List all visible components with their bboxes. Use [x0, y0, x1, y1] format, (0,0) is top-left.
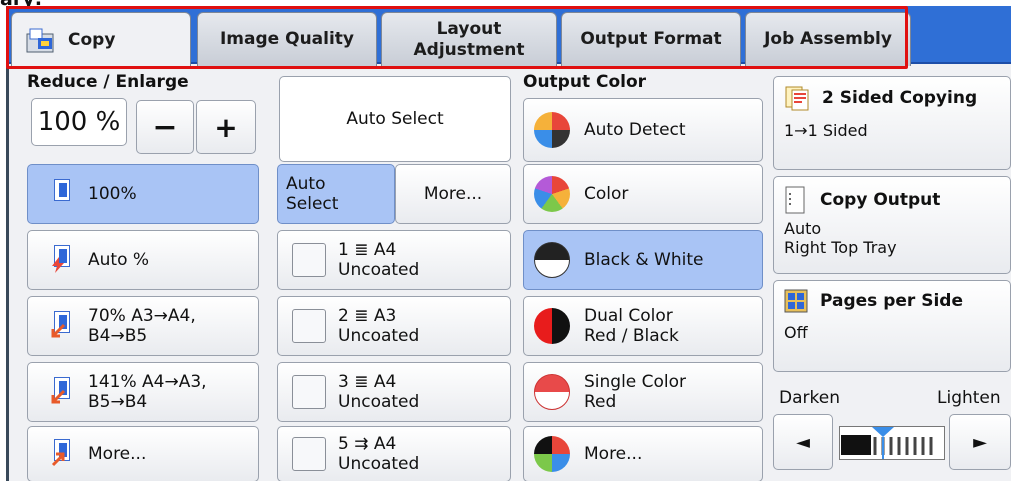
zoom-more-button[interactable]: More... [27, 426, 259, 481]
tray-label: 1 ≣ A4 Uncoated [338, 240, 420, 280]
zoom-option-label: Auto % [88, 250, 150, 270]
density-slider[interactable] [839, 426, 945, 460]
tray-1-button[interactable]: 1 ≣ A4 Uncoated [277, 230, 511, 290]
paper-auto-select-button[interactable]: Auto Select [277, 164, 395, 224]
zoom-plus-button[interactable]: + [196, 100, 256, 154]
two-sided-copying-button[interactable]: 2 Sided Copying 1→1 Sided [773, 76, 1011, 170]
tray-checkbox [292, 437, 326, 471]
tab-copy[interactable]: Copy [11, 12, 191, 68]
copy-output-value: Auto Right Top Tray [784, 219, 897, 257]
tray-checkbox [292, 309, 326, 343]
zoom-more-icon [50, 439, 72, 467]
paper-auto-select-text: Auto Select [346, 109, 444, 129]
copy-output-button[interactable]: Copy Output Auto Right Top Tray [773, 176, 1011, 274]
color-more-button[interactable]: More... [523, 426, 763, 481]
pages-per-side-button[interactable]: Pages per Side Off [773, 280, 1011, 372]
pages-per-side-icon [784, 289, 808, 313]
two-sided-title: 2 Sided Copying [822, 88, 978, 108]
tray-3-button[interactable]: 3 ≣ A4 Uncoated [277, 362, 511, 422]
color-full[interactable]: Color [523, 164, 763, 224]
color-option-label: Single Color Red [584, 372, 687, 412]
darken-button[interactable]: ◄ [773, 414, 833, 470]
two-sided-icon [785, 86, 809, 111]
tab-output-format[interactable]: Output Format [561, 12, 741, 66]
reduce-icon [50, 311, 72, 339]
copy-panel: Copy Image Quality Layout Adjustment Out… [6, 6, 1011, 481]
zoom-option-141[interactable]: 141% A4→A3, B5→B4 [27, 362, 259, 422]
color-black-white[interactable]: Black & White [523, 230, 763, 290]
zoom-option-auto[interactable]: Auto % [27, 230, 259, 290]
pages-per-side-title: Pages per Side [820, 291, 963, 311]
color-dual[interactable]: Dual Color Red / Black [523, 296, 763, 356]
minus-icon: − [152, 109, 178, 145]
dual-color-icon [534, 308, 570, 344]
output-color-title: Output Color [523, 72, 647, 92]
right-arrow-icon: ► [973, 431, 987, 453]
pages-per-side-value: Off [784, 323, 808, 342]
two-sided-title-row: 2 Sided Copying [784, 85, 977, 111]
tab-job-assembly[interactable]: Job Assembly [745, 12, 911, 66]
color-more-icon [534, 436, 570, 472]
tray-checkbox [292, 375, 326, 409]
density-scale-icon [841, 427, 933, 459]
tray-checkbox [292, 243, 326, 277]
zoom-minus-button[interactable]: − [136, 100, 194, 154]
color-auto-detect[interactable]: Auto Detect [523, 98, 763, 162]
paper-auto-select-label: Auto Select [286, 174, 339, 214]
lighten-button[interactable]: ► [949, 414, 1011, 470]
color-option-label: More... [584, 444, 643, 464]
black-white-icon [534, 242, 570, 278]
zoom-option-70[interactable]: 70% A3→A4, B4→B5 [27, 296, 259, 356]
tray-label: 2 ≣ A3 Uncoated [338, 306, 420, 346]
tray-2-button[interactable]: 2 ≣ A3 Uncoated [277, 296, 511, 356]
copy-icon [26, 28, 60, 54]
auto-zoom-icon [50, 245, 72, 273]
paper-auto-select-display[interactable]: Auto Select [279, 76, 511, 162]
document-icon [50, 179, 72, 207]
zoom-option-100[interactable]: 100% [27, 164, 259, 224]
color-option-label: Color [584, 184, 629, 204]
pages-per-side-title-row: Pages per Side [784, 289, 963, 313]
color-option-label: Auto Detect [584, 120, 686, 140]
zoom-option-label: More... [88, 444, 147, 464]
tab-bar: Copy Image Quality Layout Adjustment Out… [9, 6, 1011, 68]
tray-label: 3 ≣ A4 Uncoated [338, 372, 420, 412]
tab-image-quality[interactable]: Image Quality [197, 12, 377, 66]
color-option-label: Black & White [584, 250, 704, 270]
tab-layout-adjustment-label: Layout Adjustment [413, 18, 525, 60]
lighten-label: Lighten [937, 388, 1001, 408]
zoom-option-label: 70% A3→A4, B4→B5 [88, 306, 196, 346]
auto-detect-icon [534, 112, 570, 148]
color-option-label: Dual Color Red / Black [584, 306, 679, 346]
zoom-value-field[interactable]: 100 % [31, 98, 127, 146]
tray-5-button[interactable]: 5 ⇉ A4 Uncoated [277, 426, 511, 481]
copy-output-icon [785, 186, 805, 214]
tab-layout-adjustment[interactable]: Layout Adjustment [381, 12, 557, 66]
zoom-value: 100 % [37, 107, 121, 137]
tab-output-format-label: Output Format [580, 29, 722, 49]
tray-label: 5 ⇉ A4 Uncoated [338, 434, 420, 474]
zoom-option-label: 100% [88, 184, 137, 204]
enlarge-icon [50, 377, 72, 405]
left-arrow-icon: ◄ [796, 431, 810, 453]
paper-more-button[interactable]: More... [395, 164, 511, 224]
single-color-icon [534, 374, 570, 410]
full-color-icon [534, 176, 570, 212]
copy-output-title: Copy Output [820, 190, 941, 210]
paper-more-label: More... [423, 184, 483, 204]
tab-copy-label: Copy [68, 30, 116, 50]
copy-output-title-row: Copy Output [784, 185, 940, 215]
plus-icon: + [214, 110, 238, 144]
tab-image-quality-label: Image Quality [219, 29, 355, 49]
reduce-enlarge-title: Reduce / Enlarge [27, 72, 189, 92]
darken-label: Darken [779, 388, 840, 408]
two-sided-value: 1→1 Sided [784, 121, 868, 140]
tab-job-assembly-label: Job Assembly [764, 29, 892, 49]
color-single[interactable]: Single Color Red [523, 362, 763, 422]
zoom-option-label: 141% A4→A3, B5→B4 [88, 372, 207, 412]
